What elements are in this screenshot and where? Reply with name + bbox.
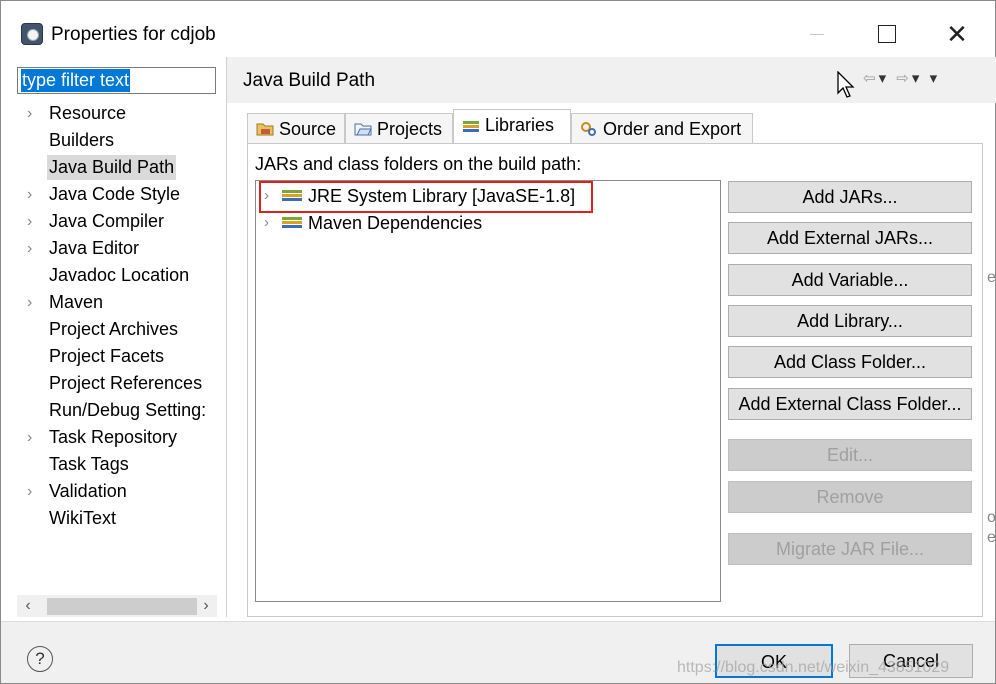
tree-item-label: Run/Debug Setting: [49,400,207,420]
order-export-icon [581,122,596,136]
libraries-icon [463,121,479,132]
background-text-fragment: e [987,269,996,286]
watermark-text: https://blog.csdn.net/weixin_43851029 [677,659,950,676]
chevron-right-icon[interactable]: › [27,479,32,504]
add-variable-button[interactable]: Add Variable... [728,264,972,296]
scrollbar-thumb[interactable] [47,598,197,615]
add-external-jars-button[interactable]: Add External JARs... [728,222,972,254]
properties-dialog: Properties for cdjob ✕ type filter text … [0,0,996,684]
tab-label: Source [279,119,337,139]
library-list[interactable]: › JRE System Library [JavaSE-1.8] › Mave… [255,180,721,602]
title-bar: Properties for cdjob ✕ [1,1,995,53]
forward-menu-chevron-icon[interactable]: ▾ [912,70,923,87]
tree-item-label: Maven [49,292,104,312]
tree-horizontal-scrollbar[interactable]: ‹ › [17,595,217,617]
tree-item-label: WikiText [49,508,116,528]
minimize-button[interactable] [789,15,845,53]
chevron-right-icon[interactable]: › [264,210,269,236]
property-tree: › Resource Builders Java Build Path › Ja… [17,101,217,591]
background-text-fragment: o [987,509,996,526]
add-external-class-folder-button[interactable]: Add External Class Folder... [728,388,972,420]
highlight-box [259,181,593,213]
tree-item-label: Task Tags [49,454,129,474]
tab-label: Libraries [485,115,555,135]
maximize-button[interactable] [859,15,915,53]
library-entry-label: Maven Dependencies [308,213,483,233]
tree-item-label: Java Editor [49,238,140,258]
tree-item-label: Project Archives [49,319,179,339]
source-folder-icon [256,123,274,136]
tab-source[interactable]: Source [247,113,345,145]
chevron-right-icon[interactable]: › [27,290,32,315]
projects-folder-icon [354,123,372,136]
add-library-button[interactable]: Add Library... [728,305,972,337]
forward-arrow-icon[interactable]: ⇨ [896,70,912,87]
add-jars-button[interactable]: Add JARs... [728,181,972,213]
history-navigation: ⇦▾ ⇨▾ ▾ [841,69,940,87]
chevron-right-icon[interactable]: › [27,182,32,207]
tab-libraries[interactable]: Libraries [453,109,571,145]
eclipse-app-icon [21,23,43,45]
build-path-label: JARs and class folders on the build path… [255,154,582,174]
chevron-right-icon[interactable]: › [27,209,32,234]
tree-item-label: Java Compiler [49,211,165,231]
tree-item-label: Java Build Path [47,155,177,180]
chevron-right-icon[interactable]: › [27,236,32,261]
background-text-fragment: e [987,529,996,546]
tree-item-label: Java Code Style [49,184,181,204]
tree-item-label: Validation [49,481,127,501]
filter-input[interactable]: type filter text [17,67,216,94]
edit-button[interactable]: Edit... [728,439,972,471]
tree-item-label: Builders [49,130,115,150]
chevron-right-icon[interactable]: › [27,101,32,126]
remove-button[interactable]: Remove [728,481,972,513]
page-title: Java Build Path [243,70,376,91]
library-jar-icon [282,217,302,228]
view-menu-icon[interactable]: ▾ [930,70,941,87]
chevron-right-icon[interactable]: › [27,425,32,450]
tab-label: Projects [377,119,443,139]
tree-item-label: Project Facets [49,346,165,366]
tab-order-and-export[interactable]: Order and Export [571,113,753,145]
panel-divider [226,57,227,617]
filter-input-text: type filter text [21,69,131,92]
scroll-right-icon[interactable]: › [195,595,217,617]
help-icon[interactable]: ? [27,646,53,672]
back-menu-chevron-icon[interactable]: ▾ [879,70,890,87]
add-class-folder-button[interactable]: Add Class Folder... [728,346,972,378]
tree-item-label: Resource [49,103,127,123]
close-button[interactable]: ✕ [929,15,985,53]
tab-projects[interactable]: Projects [345,113,453,145]
tree-item-label: Project References [49,373,203,393]
migrate-jar-button[interactable]: Migrate JAR File... [728,533,972,565]
tree-item-label: Javadoc Location [49,265,190,285]
mouse-pointer-icon [837,71,855,98]
tree-item-label: Task Repository [49,427,178,447]
scroll-left-icon[interactable]: ‹ [17,595,39,617]
back-arrow-icon[interactable]: ⇦ [863,70,879,87]
tab-label: Order and Export [603,119,742,139]
window-title: Properties for cdjob [51,24,216,45]
